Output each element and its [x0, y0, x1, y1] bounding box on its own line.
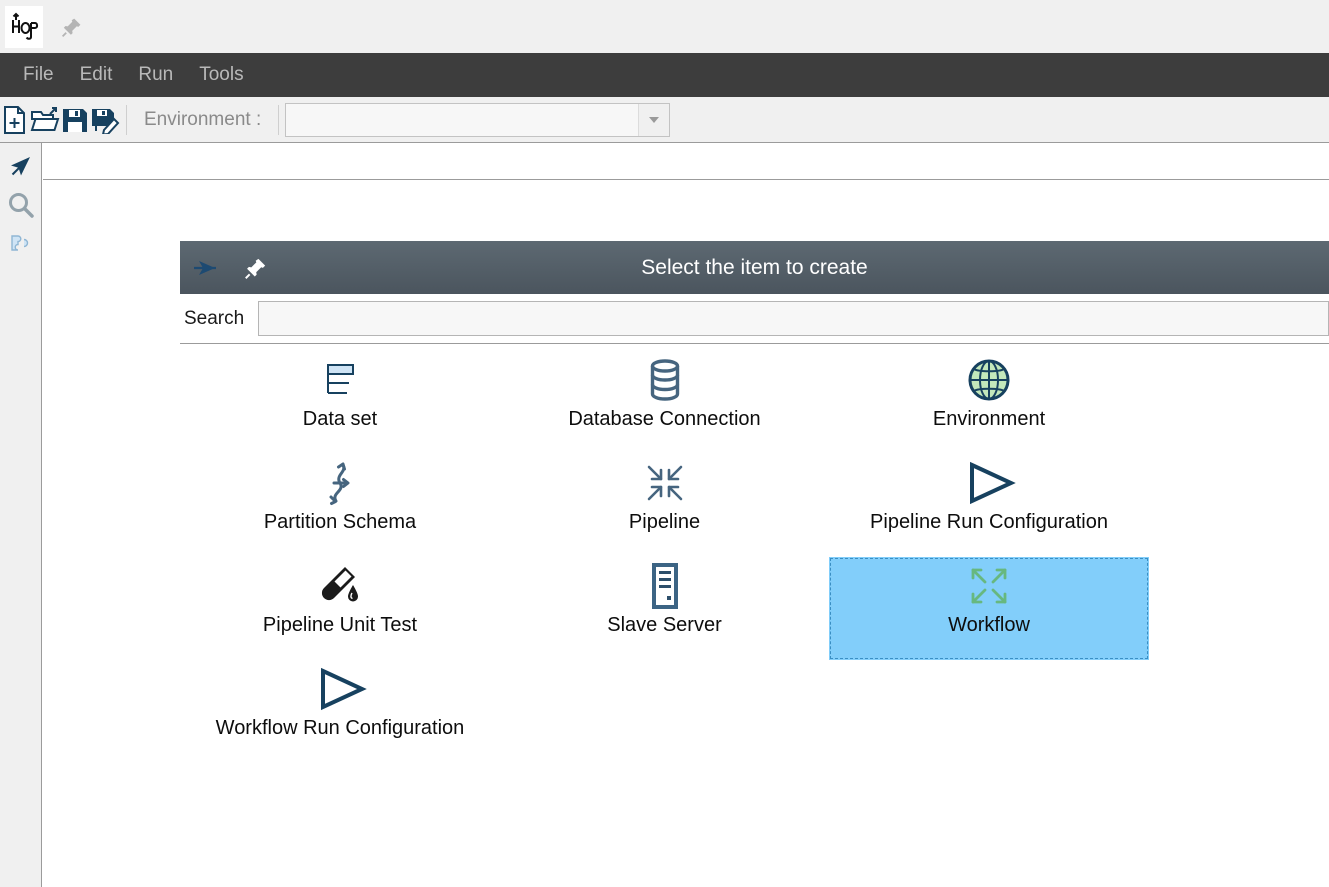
branch-arrows-icon-wrap	[320, 459, 360, 507]
menu-item-file[interactable]: File	[10, 62, 67, 88]
environment-label: Environment :	[133, 109, 272, 131]
search-label: Search	[180, 308, 258, 330]
play-triangle-icon-wrap	[961, 459, 1017, 507]
open-folder-icon	[30, 105, 60, 135]
menu-item-run[interactable]: Run	[125, 62, 186, 88]
open-file-button[interactable]	[30, 103, 60, 137]
database-icon	[644, 357, 686, 403]
item-label: Database Connection	[568, 408, 760, 431]
item-pipeline[interactable]: Pipeline	[500, 454, 829, 557]
item-partition-schema[interactable]: Partition Schema	[180, 454, 500, 557]
search-icon	[7, 191, 35, 219]
item-data-set[interactable]: Data set	[180, 351, 500, 454]
rail-item-plugins[interactable]	[0, 224, 42, 262]
hop-logo	[5, 6, 43, 48]
save-icon	[61, 106, 89, 134]
hop-logo-glyph	[7, 10, 41, 44]
save-as-icon	[90, 106, 120, 134]
environment-select[interactable]	[285, 103, 670, 137]
select-item-dialog: Select the item to create Search Data se…	[180, 241, 1329, 763]
item-label: Environment	[933, 408, 1045, 431]
server-tower-icon	[648, 562, 682, 610]
dialog-title: Select the item to create	[180, 256, 1329, 280]
new-file-icon	[2, 105, 28, 135]
table-icon-wrap	[320, 356, 360, 404]
item-pipeline-run-configuration[interactable]: Pipeline Run Configuration	[829, 454, 1149, 557]
test-tube-icon-wrap	[317, 562, 363, 610]
item-slave-server[interactable]: Slave Server	[500, 557, 829, 660]
item-label: Pipeline	[629, 511, 700, 534]
rail-item-select[interactable]	[0, 148, 42, 186]
dialog-pointer-button[interactable]	[188, 248, 228, 288]
item-pipeline-unit-test[interactable]: Pipeline Unit Test	[180, 557, 500, 660]
item-label: Workflow	[948, 614, 1030, 637]
logo-bar	[0, 0, 1329, 54]
save-as-button[interactable]	[90, 103, 120, 137]
environment-dropdown-arrow[interactable]	[638, 104, 669, 136]
save-button[interactable]	[60, 103, 90, 137]
item-workflow-run-configuration[interactable]: Workflow Run Configuration	[180, 660, 500, 763]
dialog-pin-button[interactable]	[236, 248, 276, 288]
toolbar-divider	[126, 105, 127, 135]
collapse-arrows-icon	[644, 462, 686, 504]
menu-item-tools[interactable]: Tools	[186, 62, 256, 88]
globe-icon	[966, 357, 1012, 403]
puzzle-piece-icon	[8, 231, 34, 255]
left-icon-rail	[0, 143, 42, 887]
menu-item-edit[interactable]: Edit	[67, 62, 126, 88]
play-triangle-icon	[312, 667, 368, 711]
search-input[interactable]	[258, 301, 1329, 336]
item-label: Data set	[303, 408, 377, 431]
cursor-pointer-icon	[8, 154, 34, 180]
item-label: Pipeline Unit Test	[263, 614, 417, 637]
toolbar-divider-2	[278, 105, 279, 135]
pin-icon	[244, 256, 268, 280]
globe-icon-wrap	[966, 356, 1012, 404]
item-label: Pipeline Run Configuration	[870, 511, 1108, 534]
menu-bar: File Edit Run Tools	[0, 53, 1329, 97]
table-icon	[320, 359, 360, 401]
pin-icon	[61, 16, 83, 38]
item-grid: Data set Database Connection	[180, 344, 1329, 763]
branch-arrows-icon	[320, 459, 360, 507]
chevron-down-icon	[648, 116, 660, 124]
arrow-pointer-icon	[192, 258, 224, 278]
expand-arrows-icon	[968, 565, 1010, 607]
main-toolbar: Environment :	[0, 97, 1329, 143]
item-database-connection[interactable]: Database Connection	[500, 351, 829, 454]
item-label: Slave Server	[607, 614, 722, 637]
play-triangle-icon-wrap-2	[312, 665, 368, 713]
collapse-arrows-icon-wrap	[644, 459, 686, 507]
play-triangle-icon	[961, 461, 1017, 505]
application-window: File Edit Run Tools	[0, 0, 1329, 887]
item-environment[interactable]: Environment	[829, 351, 1149, 454]
pin-toggle[interactable]	[55, 10, 89, 44]
item-workflow[interactable]: Workflow	[829, 557, 1149, 660]
item-label: Workflow Run Configuration	[216, 717, 465, 740]
dialog-search-row: Search	[180, 294, 1329, 344]
dialog-header: Select the item to create	[180, 241, 1329, 294]
item-label: Partition Schema	[264, 511, 416, 534]
expand-arrows-icon-wrap	[968, 562, 1010, 610]
canvas-tab-strip	[43, 143, 1329, 180]
server-tower-icon-wrap	[648, 562, 682, 610]
test-tube-icon	[317, 563, 363, 609]
rail-item-search[interactable]	[0, 186, 42, 224]
database-icon-wrap	[644, 356, 686, 404]
new-file-button[interactable]	[0, 103, 30, 137]
